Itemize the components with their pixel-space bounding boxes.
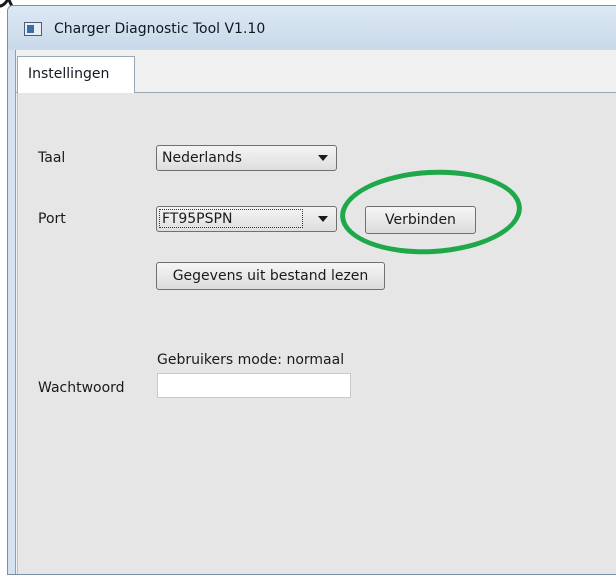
window-title: Charger Diagnostic Tool V1.10 [54,21,266,37]
tab-instellingen[interactable]: Instellingen [17,56,135,93]
language-label: Taal [38,150,66,166]
app-window-icon [24,22,42,36]
user-mode-text: Gebruikers mode: normaal [157,352,345,368]
port-select[interactable]: FT95PSPN [156,206,337,232]
chevron-down-icon[interactable] [318,216,328,222]
client-area: Instellingen Taal Nederlands Port FT95PS… [15,50,616,574]
language-select[interactable]: Nederlands [156,145,337,171]
app-window: Charger Diagnostic Tool V1.10 Instelling… [7,5,616,575]
port-select-value: FT95PSPN [162,211,233,227]
password-label: Wachtwoord [38,380,125,396]
password-field[interactable] [157,373,351,398]
tab-label: Instellingen [28,66,110,82]
chevron-down-icon[interactable] [318,155,328,161]
port-label: Port [38,211,66,227]
read-from-file-button[interactable]: Gegevens uit bestand lezen [156,262,385,290]
tab-strip: Instellingen [16,56,616,93]
settings-panel: Taal Nederlands Port FT95PSPN Verbinden … [17,93,616,574]
title-bar[interactable]: Charger Diagnostic Tool V1.10 [8,6,616,50]
language-select-value: Nederlands [162,150,242,166]
